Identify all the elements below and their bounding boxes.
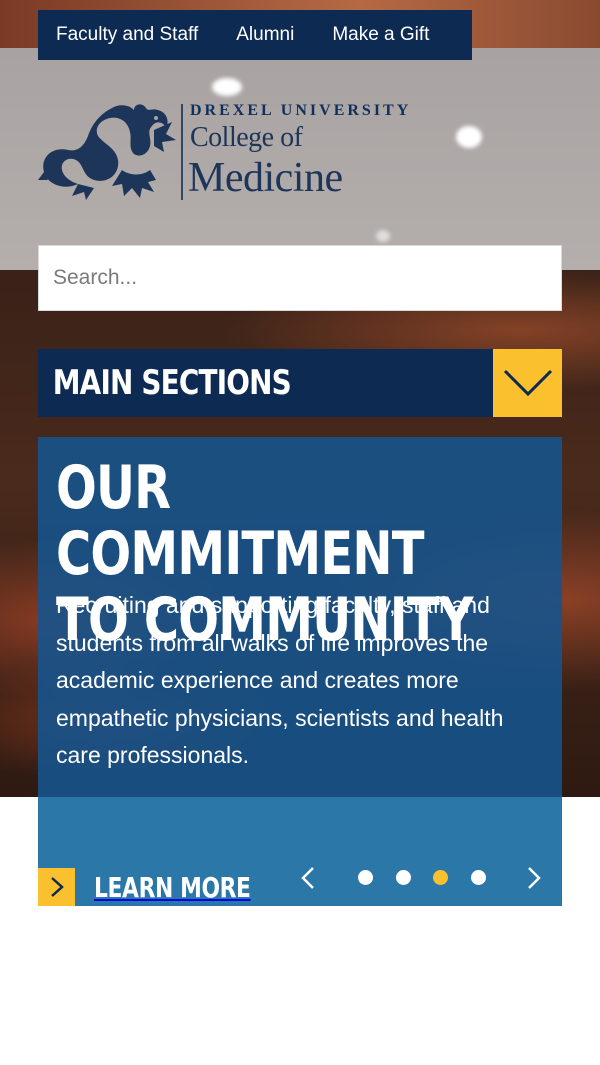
logo-divider — [181, 104, 183, 200]
chevron-down-icon — [503, 369, 552, 397]
stage-light — [456, 126, 482, 148]
logo-college-line: College of — [190, 122, 303, 153]
search-box — [38, 245, 562, 311]
nav-link-make-a-gift[interactable]: Make a Gift — [332, 24, 429, 46]
chevron-left-icon — [301, 867, 314, 889]
stage-light — [376, 230, 390, 242]
college-logo[interactable]: DREXEL UNIVERSITY College of Medicine — [38, 98, 438, 208]
search-input[interactable] — [39, 246, 561, 310]
utility-nav: Faculty and Staff Alumni Make a Gift — [38, 10, 472, 60]
feature-slide: OUR COMMITMENT TO COMMUNITY Recruiting a… — [38, 437, 562, 797]
logo-university-name: DREXEL UNIVERSITY — [190, 102, 412, 119]
feature-title-line: OUR COMMITMENT — [56, 453, 424, 589]
slide-dot[interactable] — [358, 870, 373, 885]
stage-light — [212, 78, 242, 96]
main-sections-menu[interactable]: MAIN SECTIONS — [38, 349, 562, 417]
slide-pager — [358, 870, 488, 886]
slide-dot[interactable] — [470, 870, 486, 885]
slide-dot[interactable] — [395, 870, 411, 885]
feature-description: Recruiting and supporting faculty, staff… — [56, 592, 504, 768]
main-sections-toggle-button[interactable] — [493, 349, 562, 417]
dragon-icon — [38, 104, 176, 200]
chevron-right-icon — [528, 867, 541, 889]
learn-more-arrow-box — [38, 868, 75, 906]
logo-medicine-line: Medicine — [188, 155, 343, 201]
main-sections-label: MAIN SECTIONS — [52, 363, 292, 403]
slide-dot[interactable] — [433, 870, 448, 885]
learn-more-label: LEARN MORE — [94, 870, 251, 904]
slide-next-button[interactable] — [522, 864, 546, 892]
nav-link-faculty-and-staff[interactable]: Faculty and Staff — [56, 24, 198, 46]
slide-prev-button[interactable] — [296, 864, 320, 892]
nav-link-alumni[interactable]: Alumni — [236, 24, 294, 46]
chevron-right-icon — [50, 877, 64, 897]
learn-more-link[interactable]: LEARN MORE — [38, 868, 295, 906]
